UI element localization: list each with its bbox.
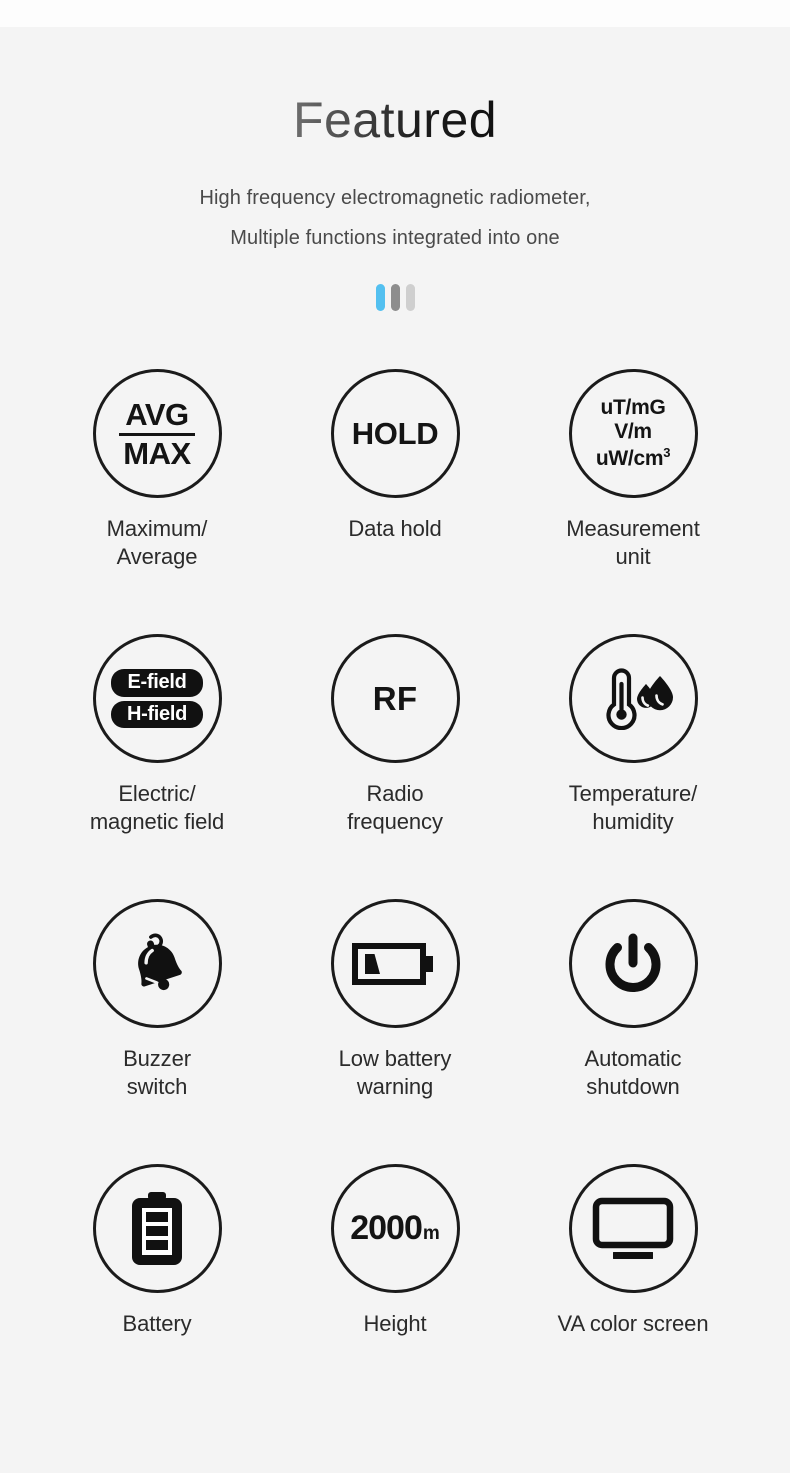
subtitle-line-2: Multiple functions integrated into one (230, 226, 560, 249)
accent-bar-light-icon (405, 284, 415, 312)
max-label: MAX (123, 435, 191, 471)
feature-item-radio-frequency: RF Radio frequency (276, 634, 514, 899)
feature-caption: Height (363, 1311, 427, 1337)
feature-caption: Electric/ magnetic field (89, 781, 225, 834)
feature-caption: VA color screen (557, 1311, 709, 1337)
measurement-unit-text-icon: uT/mG V/m uW/cm3 (568, 369, 698, 499)
feature-item-automatic-shutdown: Automatic shutdown (514, 899, 752, 1164)
battery-full-glyph (132, 1191, 182, 1265)
power-icon (568, 899, 698, 1029)
feature-item-temperature-humidity: Temperature/ humidity (514, 634, 752, 899)
feature-item-height: 2000 m Height (276, 1164, 514, 1429)
bell-glyph (138, 933, 182, 990)
low-battery-glyph (352, 942, 433, 985)
avg-label: AVG (125, 396, 189, 432)
feature-item-battery: Battery (38, 1164, 276, 1429)
rf-text-icon: RF (330, 634, 460, 764)
feature-item-low-battery-warning: Low battery warning (276, 899, 514, 1164)
rf-label: RF (372, 679, 418, 717)
unit-line-1: uT/mG (600, 395, 666, 419)
accent-bars (0, 284, 790, 312)
feature-grid: AVG MAX Maximum/ Average HOLD Data hold (0, 369, 790, 1429)
height-value: 2000 (350, 1209, 423, 1248)
unit-line-2: V/m (614, 420, 652, 444)
page-subtitle: High frequency electromagnetic radiomete… (0, 179, 790, 258)
unit-line-3-base: uW/cm (595, 447, 664, 471)
feature-item-maximum-average: AVG MAX Maximum/ Average (38, 369, 276, 634)
hold-text-icon: HOLD (330, 369, 460, 499)
feature-caption: Battery (122, 1311, 192, 1337)
unit-line-3: uW/cm3 (595, 445, 671, 472)
feature-caption: Maximum/ Average (106, 516, 208, 569)
h-field-badge: H-field (110, 700, 204, 729)
feature-caption: Temperature/ humidity (568, 781, 698, 834)
unit-line-3-superscript: 3 (663, 445, 671, 461)
feature-caption: Data hold (348, 516, 442, 542)
page-content: Featured High frequency electromagnetic … (0, 0, 790, 1429)
feature-item-va-color-screen: VA color screen (514, 1164, 752, 1429)
feature-caption: Radio frequency (347, 781, 443, 834)
feature-item-data-hold: HOLD Data hold (276, 369, 514, 634)
monitor-icon (568, 1164, 698, 1294)
feature-item-electric-magnetic-field: E-field H-field Electric/ magnetic field (38, 634, 276, 899)
e-field-badge: E-field (111, 669, 203, 697)
feature-page: Featured High frequency electromagnetic … (0, 0, 790, 1473)
hold-label: HOLD (351, 415, 439, 451)
feature-caption: Automatic shutdown (584, 1046, 682, 1099)
bell-icon (92, 899, 222, 1029)
avg-max-text-icon: AVG MAX (92, 369, 222, 499)
subtitle-line-1: High frequency electromagnetic radiomete… (199, 187, 591, 209)
height-2000m-text-icon: 2000 m (330, 1164, 460, 1294)
feature-item-measurement-unit: uT/mG V/m uW/cm3 Measurement unit (514, 369, 752, 634)
thermometer-humidity-icon (568, 634, 698, 764)
feature-item-buzzer-switch: Buzzer switch (38, 899, 276, 1164)
page-title: Featured (292, 92, 498, 148)
feature-caption: Measurement unit (566, 516, 700, 569)
power-glyph (605, 933, 661, 992)
monitor-glyph (592, 1197, 674, 1259)
low-battery-icon (330, 899, 460, 1029)
battery-full-icon (92, 1164, 222, 1294)
feature-caption: Buzzer switch (123, 1046, 191, 1099)
thermometer-humidity-glyph (606, 668, 673, 730)
accent-bar-dark-icon (390, 284, 400, 312)
feature-caption: Low battery warning (338, 1046, 452, 1099)
e-field-h-field-badge-icon: E-field H-field (92, 634, 222, 764)
accent-bar-blue-icon (375, 284, 385, 312)
page-header: Featured High frequency electromagnetic … (0, 92, 790, 312)
height-unit: m (422, 1223, 440, 1245)
